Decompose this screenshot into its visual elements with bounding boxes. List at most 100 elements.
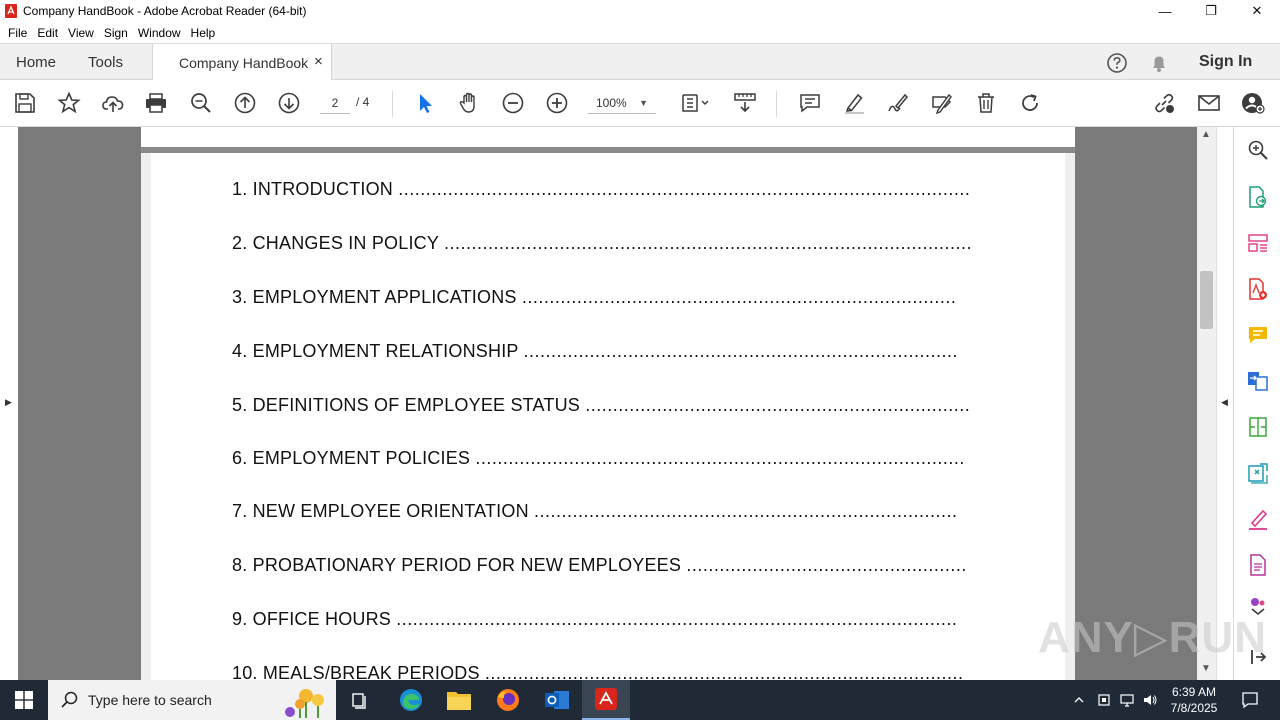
email-icon[interactable] [1196, 90, 1222, 116]
help-icon[interactable] [1106, 52, 1128, 74]
toc-entry: 10. MEALS/BREAK PERIODS ................… [232, 663, 964, 680]
main-toolbar: 2 / 4 100% ▼ [0, 80, 1280, 127]
search-zoom-icon[interactable] [1246, 138, 1270, 162]
organize-pages-icon[interactable] [1246, 231, 1270, 255]
chevron-right-icon: ▶ [5, 397, 12, 407]
toc-entry: 7. NEW EMPLOYEE ORIENTATION ............… [232, 501, 958, 521]
toc-entry: 5. DEFINITIONS OF EMPLOYEE STATUS ......… [232, 395, 971, 415]
edit-pdf-icon[interactable] [1246, 553, 1270, 577]
toc-entry: 9. OFFICE HOURS ........................… [232, 609, 958, 629]
bookmark-star-icon[interactable] [56, 90, 82, 116]
previous-page-bottom [141, 127, 1075, 149]
firefox-browser-icon[interactable] [484, 680, 532, 720]
comment-tool-icon[interactable] [1246, 323, 1270, 347]
delete-trash-icon[interactable] [973, 90, 999, 116]
toc-entry: 1. INTRODUCTION ........................… [232, 179, 971, 199]
menu-bar: File Edit View Sign Window Help [0, 22, 1280, 43]
maximize-button[interactable]: ❐ [1188, 0, 1234, 22]
tray-chevron-up-icon[interactable] [1070, 680, 1088, 720]
vertical-scrollbar[interactable]: ▲ ▼ [1197, 127, 1216, 680]
menu-file[interactable]: File [4, 26, 33, 40]
left-pane-toggle[interactable]: ▶ [0, 127, 18, 680]
windows-taskbar: Type here to search 6:39 AM 7/8/2025 [0, 680, 1280, 720]
menu-view[interactable]: View [64, 26, 100, 40]
share-link-icon[interactable] [1151, 90, 1177, 116]
tab-document-label: Company HandBook [179, 55, 309, 71]
anyrun-watermark: ANY▷RUN [1038, 613, 1268, 662]
edge-browser-icon[interactable] [387, 680, 435, 720]
scroll-up-arrow-icon[interactable]: ▲ [1201, 129, 1211, 140]
toc-entry: 3. EMPLOYMENT APPLICATIONS .............… [232, 287, 957, 307]
cloud-upload-icon[interactable] [100, 90, 126, 116]
zoom-search-icon[interactable] [188, 90, 214, 116]
chevron-down-icon: ▼ [639, 98, 648, 108]
network-icon[interactable] [1117, 680, 1137, 720]
tab-document[interactable]: Company HandBook × [152, 44, 332, 81]
tab-home[interactable]: Home [16, 54, 56, 71]
document-viewport[interactable]: ▶ 1. INTRODUCTION ......................… [0, 127, 1233, 680]
add-user-icon[interactable] [1240, 90, 1266, 116]
fill-sign-icon[interactable] [1246, 507, 1270, 531]
title-bar: Company HandBook - Adobe Acrobat Reader … [0, 0, 1280, 22]
hand-tool-icon[interactable] [456, 90, 482, 116]
zoom-out-icon[interactable] [500, 90, 526, 116]
scroll-thumb[interactable] [1200, 271, 1213, 329]
zoom-in-icon[interactable] [544, 90, 570, 116]
rotate-icon[interactable] [1017, 90, 1043, 116]
windows-start-icon[interactable] [0, 680, 48, 720]
scroll-mode-icon[interactable] [732, 90, 758, 116]
security-tray-icon[interactable] [1094, 680, 1114, 720]
previous-page-icon[interactable] [232, 90, 258, 116]
page-total: / 4 [356, 95, 370, 109]
acrobat-app-icon [4, 4, 18, 18]
taskbar-search-box[interactable]: Type here to search [48, 680, 336, 720]
draw-freeform-icon[interactable] [885, 90, 911, 116]
save-icon[interactable] [12, 90, 38, 116]
sign-document-icon[interactable] [929, 90, 955, 116]
comment-icon[interactable] [797, 90, 823, 116]
acrobat-taskbar-icon[interactable] [582, 680, 630, 720]
create-pdf-icon[interactable] [1246, 277, 1270, 301]
zoom-level-dropdown[interactable]: 100% ▼ [588, 92, 656, 114]
combine-files-icon[interactable] [1246, 369, 1270, 393]
select-cursor-icon[interactable] [412, 90, 438, 116]
task-view-icon[interactable] [336, 680, 384, 720]
system-clock[interactable]: 6:39 AM 7/8/2025 [1160, 684, 1228, 716]
clock-date: 7/8/2025 [1170, 701, 1218, 715]
menu-help[interactable]: Help [187, 26, 222, 40]
next-page-icon[interactable] [276, 90, 302, 116]
right-pane-toggle[interactable]: ◀ [1216, 127, 1233, 680]
toc-entry: 2. CHANGES IN POLICY ...................… [232, 233, 973, 253]
compress-pdf-icon[interactable] [1246, 415, 1270, 439]
flowers-decoration-icon [285, 689, 324, 718]
toolbar-divider [776, 91, 777, 117]
tab-bar: Home Tools Company HandBook × Sign In [0, 43, 1280, 81]
sign-in-button[interactable]: Sign In [1199, 53, 1252, 71]
right-tools-pane [1233, 127, 1280, 680]
scan-ocr-icon[interactable] [1246, 461, 1270, 485]
highlight-pen-icon[interactable] [841, 90, 867, 116]
outlook-mail-icon[interactable] [533, 680, 581, 720]
menu-edit[interactable]: Edit [33, 26, 64, 40]
acrobat-window: Company HandBook - Adobe Acrobat Reader … [0, 0, 1280, 720]
close-button[interactable]: ✕ [1234, 0, 1280, 22]
scroll-down-arrow-icon[interactable]: ▼ [1201, 663, 1211, 674]
file-explorer-icon[interactable] [435, 680, 483, 720]
toolbar-divider [392, 91, 393, 117]
window-title: Company HandBook - Adobe Acrobat Reader … [23, 4, 307, 18]
page-number-input[interactable]: 2 [320, 92, 350, 114]
volume-icon[interactable] [1140, 680, 1160, 720]
export-pdf-icon[interactable] [1246, 185, 1270, 209]
tab-close-button[interactable]: × [314, 53, 323, 70]
toc-entry: 4. EMPLOYMENT RELATIONSHIP .............… [232, 341, 959, 361]
clock-time: 6:39 AM [1171, 685, 1217, 699]
chevron-left-icon: ◀ [1221, 397, 1228, 407]
notification-bell-icon[interactable] [1148, 52, 1170, 74]
minimize-button[interactable]: — [1142, 0, 1188, 22]
notification-center-icon[interactable] [1232, 680, 1268, 720]
menu-sign[interactable]: Sign [100, 26, 134, 40]
menu-window[interactable]: Window [134, 26, 187, 40]
page-fit-icon[interactable] [680, 90, 714, 116]
tab-tools[interactable]: Tools [88, 54, 123, 71]
print-icon[interactable] [143, 90, 169, 116]
